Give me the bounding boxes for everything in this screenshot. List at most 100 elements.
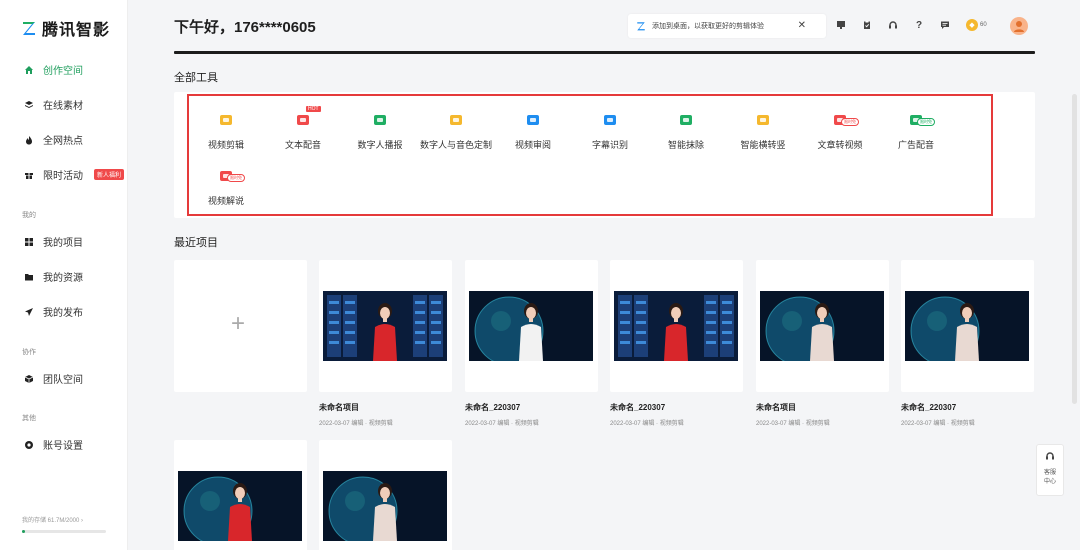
sidebar-item-label: 我的项目 <box>43 238 83 249</box>
project-meta: 2022-03-07 编辑 · 视频剪辑 <box>465 421 539 427</box>
sidebar-item-label: 账号设置 <box>43 441 83 452</box>
message-icon[interactable] <box>939 19 951 31</box>
tool-label: 广告配音 <box>897 140 934 150</box>
project-meta: 2022-03-07 编辑 · 视频剪辑 <box>901 421 975 427</box>
sidebar-item-account-settings[interactable]: 账号设置 <box>24 437 83 452</box>
app-name: 腾讯智影 <box>42 22 111 39</box>
project-card[interactable] <box>901 260 1034 392</box>
cube-icon <box>24 374 34 384</box>
rotate-icon <box>755 112 771 128</box>
app-logo[interactable]: 腾讯智影 <box>22 16 110 40</box>
section-label-mine: 我的 <box>22 212 36 219</box>
sidebar-item-label: 限时活动 <box>43 171 83 182</box>
sidebar-item-label: 在线素材 <box>43 101 83 112</box>
sidebar-item-team-space[interactable]: 团队空间 <box>24 371 83 386</box>
sidebar-item-create-space[interactable]: 创作空间 <box>24 62 83 77</box>
project-thumbnail <box>760 291 884 361</box>
storage-usage[interactable]: 我的存储 61.7M/2000 › <box>22 515 83 524</box>
sidebar-item-my-projects[interactable]: 我的项目 <box>24 234 83 249</box>
new-user-badge: 新人福利 <box>94 169 125 180</box>
coin-icon: ◆ <box>966 19 978 31</box>
sidebar-item-limited-events[interactable]: 限时活动 新人福利 <box>24 167 125 182</box>
header-divider <box>174 51 1035 54</box>
sidebar-item-label: 我的发布 <box>43 308 83 319</box>
video-review-icon <box>525 112 541 128</box>
storage-progress-fill <box>22 530 25 533</box>
new-project-card[interactable]: + <box>174 260 307 392</box>
project-meta: 2022-03-07 编辑 · 视频剪辑 <box>610 421 684 427</box>
section-label-other: 其他 <box>22 415 36 422</box>
erase-icon <box>678 112 694 128</box>
logo-z-icon <box>636 21 646 31</box>
project-card[interactable] <box>465 260 598 392</box>
text-voice-icon: HOT <box>295 106 321 128</box>
video-edit-icon <box>218 112 234 128</box>
project-meta: 2022-03-07 编辑 · 视频剪辑 <box>319 421 393 427</box>
sidebar-item-my-publish[interactable]: 我的发布 <box>24 304 83 319</box>
customer-service-button[interactable]: 客服 中心 <box>1036 444 1064 496</box>
section-title-all-tools: 全部工具 <box>174 72 218 84</box>
video-narrate-icon: 限时免 <box>218 168 245 184</box>
project-name[interactable]: 未命名_220307 <box>901 402 956 413</box>
sidebar-item-my-resources[interactable]: 我的资源 <box>24 269 83 284</box>
project-card[interactable] <box>610 260 743 392</box>
project-card[interactable] <box>756 260 889 392</box>
avatar[interactable] <box>1010 17 1028 35</box>
sidebar-item-hot-topics[interactable]: 全网热点 <box>24 132 83 147</box>
ad-voice-icon: 限时免 <box>908 112 935 128</box>
project-thumbnail <box>614 291 738 361</box>
plus-icon: + <box>231 310 246 337</box>
headset-icon[interactable] <box>887 19 899 31</box>
sidebar-item-online-assets[interactable]: 在线素材 <box>24 97 83 112</box>
sidebar-item-label: 团队空间 <box>43 375 83 386</box>
limited-free-badge: 限时免 <box>227 174 245 182</box>
section-title-recent-projects: 最近项目 <box>174 237 218 249</box>
home-icon <box>24 65 34 75</box>
project-card[interactable] <box>174 440 307 550</box>
section-label-collab: 协作 <box>22 349 36 356</box>
limited-free-badge: 限时免 <box>917 118 935 126</box>
coin-balance[interactable]: ◆ 60 <box>966 19 987 31</box>
notice-text: 添加到桌面，以获取更好的剪辑体验 <box>652 23 764 30</box>
tool-label: 视频解说 <box>207 196 244 206</box>
project-thumbnail <box>323 471 447 541</box>
project-name[interactable]: 未命名项目 <box>319 402 359 413</box>
headset-icon <box>1037 451 1063 464</box>
coin-count: 60 <box>980 22 987 28</box>
scrollbar[interactable] <box>1072 94 1077 404</box>
project-thumbnail <box>178 471 302 541</box>
grid-icon <box>24 237 34 247</box>
project-thumbnail <box>905 291 1029 361</box>
gift-icon <box>24 170 34 180</box>
tool-ad-voice[interactable]: 限时免广告配音 <box>871 112 961 151</box>
project-thumbnail <box>323 291 447 361</box>
hot-badge: HOT <box>306 106 321 112</box>
sidebar: 腾讯智影 创作空间 在线素材 全网热点 限时活动 新人福利 我的 我的项目 我的… <box>0 0 128 550</box>
service-label-line2: 中心 <box>1043 479 1056 485</box>
gear-icon <box>24 440 34 450</box>
logo-z-icon <box>22 20 36 36</box>
add-to-desktop-notice[interactable]: 添加到桌面，以获取更好的剪辑体验 ✕ <box>628 14 826 38</box>
clipboard-icon[interactable] <box>861 19 873 31</box>
project-card[interactable] <box>319 440 452 550</box>
sidebar-item-label: 我的资源 <box>43 273 83 284</box>
sidebar-item-label: 创作空间 <box>43 66 83 77</box>
avatar-broadcast-icon <box>372 112 388 128</box>
project-thumbnail <box>469 291 593 361</box>
flame-icon <box>24 135 34 145</box>
project-card[interactable] <box>319 260 452 392</box>
send-icon <box>24 307 34 317</box>
storage-progress-bar <box>22 530 106 533</box>
help-icon[interactable]: ? <box>913 19 925 31</box>
close-icon[interactable]: ✕ <box>798 20 806 31</box>
layers-icon <box>24 100 34 110</box>
tool-video-narrate[interactable]: 限时免视频解说 <box>181 168 271 207</box>
article-video-icon: 限时免 <box>832 112 859 128</box>
service-label-line1: 客服 <box>1043 470 1056 476</box>
project-name[interactable]: 未命名项目 <box>756 402 796 413</box>
project-name[interactable]: 未命名_220307 <box>465 402 520 413</box>
monitor-icon[interactable] <box>835 19 847 31</box>
subtitle-icon <box>602 112 618 128</box>
custom-avatar-icon <box>448 112 464 128</box>
project-name[interactable]: 未命名_220307 <box>610 402 665 413</box>
